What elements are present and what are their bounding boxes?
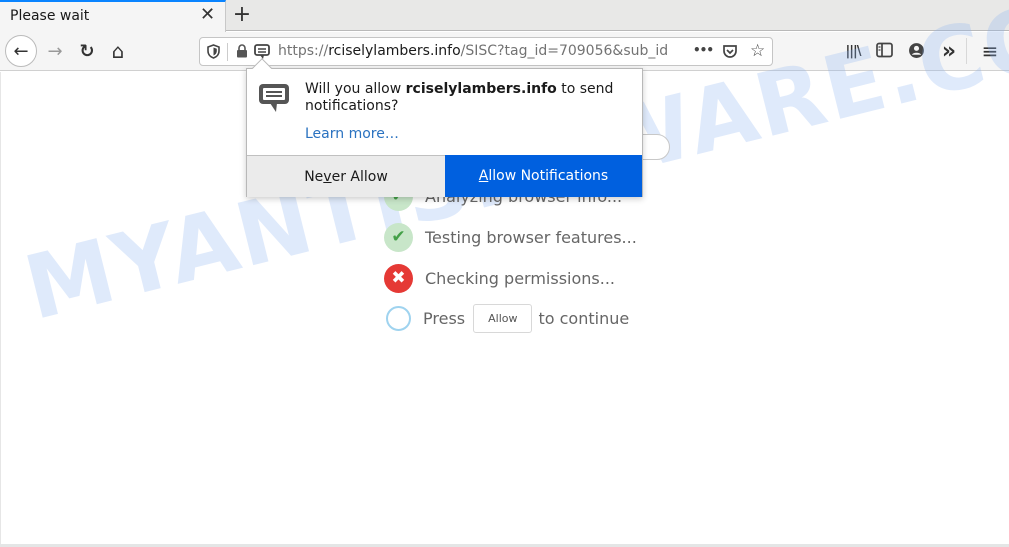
bookmark-star-icon[interactable]: ☆: [750, 41, 765, 61]
sidebar-icon[interactable]: [876, 42, 893, 58]
pocket-icon[interactable]: [722, 44, 738, 59]
msg-host: rciselylambers.info: [405, 81, 557, 97]
step-text: Testing browser features...: [425, 227, 637, 247]
error-x-icon: ✖: [384, 263, 413, 293]
step-testing: ✔ Testing browser features...: [384, 222, 637, 252]
url-scheme: https://: [278, 43, 329, 59]
account-icon[interactable]: [908, 42, 925, 59]
home-button[interactable]: ⌂: [103, 36, 133, 66]
label-part: er Allow: [331, 168, 388, 185]
url-host: rciselylambers.info: [328, 43, 461, 59]
forward-button[interactable]: →: [40, 36, 70, 66]
never-allow-button[interactable]: Ne v er Allow: [247, 156, 445, 197]
url-path: /SISC?tag_id=709056&sub_id: [460, 43, 669, 59]
back-button[interactable]: ←: [5, 35, 37, 67]
inline-allow-button[interactable]: Allow: [473, 303, 533, 333]
step-text-after: to continue: [538, 308, 630, 328]
allow-notifications-button[interactable]: Allow Notifications: [445, 155, 642, 197]
label-part: llow Notifications: [488, 168, 609, 184]
tab-please-wait[interactable]: Please wait ✕: [0, 0, 226, 32]
tracking-shield-icon[interactable]: [207, 44, 220, 59]
new-tab-icon[interactable]: +: [232, 2, 252, 28]
step-text: Checking permissions...: [425, 268, 616, 288]
notification-bubble-icon: [259, 84, 289, 112]
notification-permission-popup: Will you allow rciselylambers.info to se…: [246, 58, 643, 197]
popup-message: Will you allow rciselylambers.info to se…: [305, 81, 625, 115]
lock-icon[interactable]: [236, 44, 248, 58]
accesskey: A: [478, 168, 489, 184]
step-checking: ✖ Checking permissions...: [384, 263, 615, 293]
learn-more-link[interactable]: Learn more…: [305, 126, 399, 142]
url-bar[interactable]: https://rciselylambers.info/SISC?tag_id=…: [199, 37, 773, 66]
page-actions-icon[interactable]: •••: [693, 43, 714, 57]
nav-bar: ← → ↻ ⌂ https://rciselylambers.info/SISC…: [0, 32, 1009, 71]
close-tab-icon[interactable]: ✕: [200, 5, 215, 25]
hamburger-menu-icon[interactable]: ≡: [975, 36, 1005, 66]
label-part: Ne: [304, 168, 324, 185]
check-icon: ✔: [384, 222, 413, 252]
reload-button[interactable]: ↻: [72, 36, 102, 66]
tab-title: Please wait: [10, 8, 90, 24]
url-separator: [227, 43, 228, 61]
pending-circle-icon: [386, 305, 411, 331]
accesskey: v: [323, 168, 332, 185]
tab-bar: Please wait ✕ +: [0, 0, 1009, 32]
step-text: Press: [423, 308, 466, 328]
url-text[interactable]: https://rciselylambers.info/SISC?tag_id=…: [278, 43, 688, 59]
overflow-chevron-icon[interactable]: »: [934, 36, 964, 66]
msg-before: Will you allow: [305, 81, 406, 97]
popup-footer: Ne v er Allow Allow Notifications: [247, 155, 642, 197]
step-press-allow: Press Allow to continue: [384, 303, 629, 333]
library-icon[interactable]: |||\: [838, 36, 868, 66]
toolbar-separator: [966, 38, 967, 64]
